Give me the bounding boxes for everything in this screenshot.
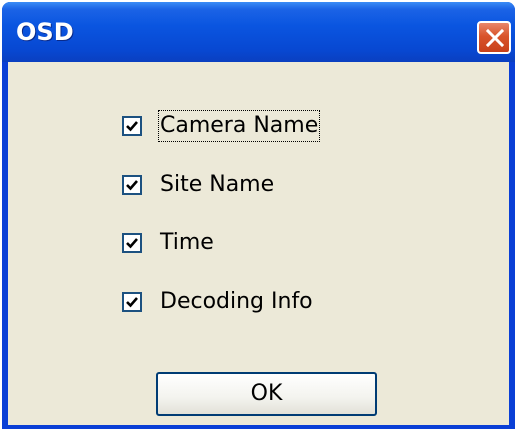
checkmark-icon [126, 297, 138, 308]
title-bar[interactable]: OSD [2, 2, 515, 62]
checkmark-icon [126, 121, 138, 132]
checkbox-label: Time [160, 230, 214, 255]
checkbox-box[interactable] [122, 233, 142, 253]
checkbox-box[interactable] [122, 116, 142, 136]
dialog-body: Camera Name Site Name Time Decoding Info… [8, 62, 509, 425]
checkbox-label: Camera Name [157, 110, 321, 142]
window-title: OSD [16, 18, 74, 46]
checkmark-icon [126, 238, 138, 249]
checkbox-box[interactable] [122, 292, 142, 312]
osd-dialog: OSD Camera Name Site Name Time Decoding … [2, 2, 515, 429]
checkbox-label: Decoding Info [160, 289, 313, 314]
ok-button[interactable]: OK [156, 372, 377, 416]
checkbox-box[interactable] [122, 175, 142, 195]
checkmark-icon [126, 180, 138, 191]
checkbox-label: Site Name [160, 172, 275, 197]
close-button[interactable] [477, 21, 511, 54]
close-icon [486, 29, 504, 47]
